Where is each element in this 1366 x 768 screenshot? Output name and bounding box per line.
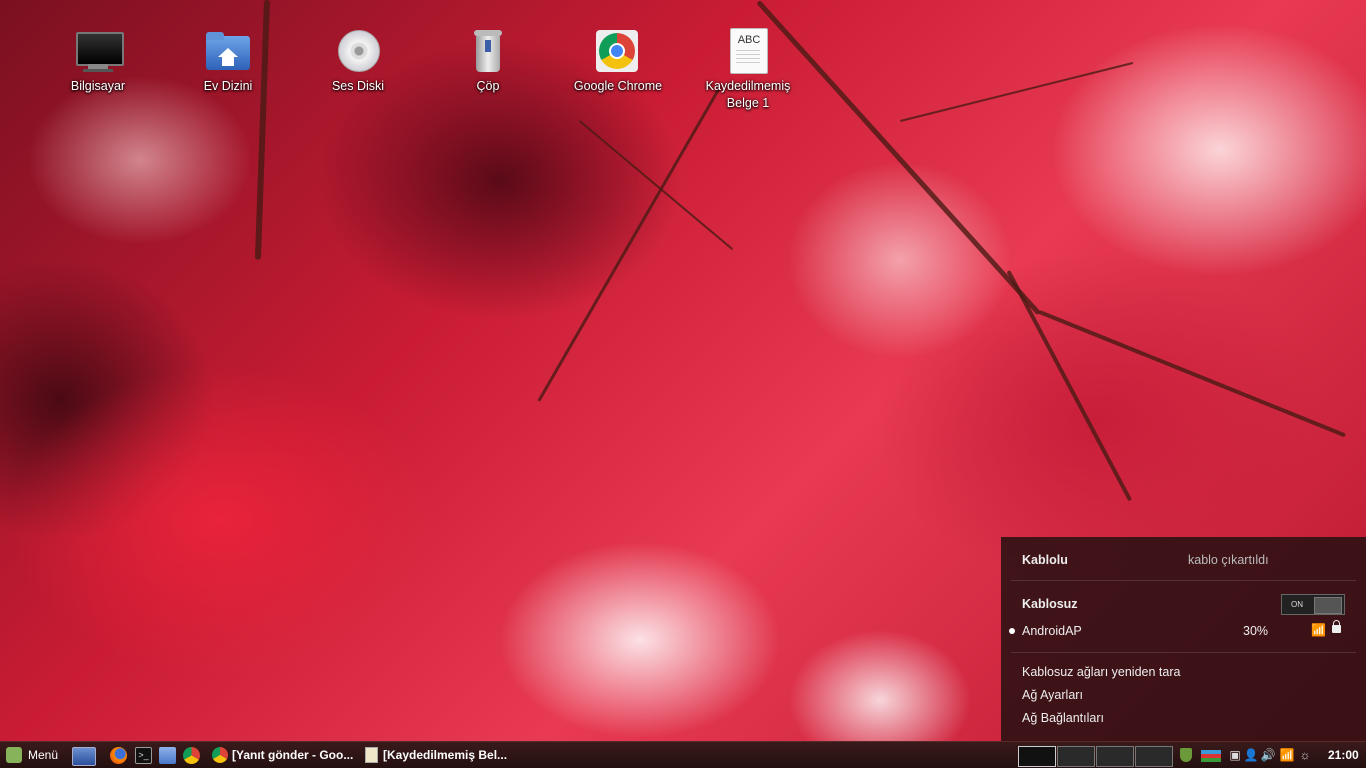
wireless-toggle[interactable]: ON <box>1281 594 1345 615</box>
desktop-icon-label: Kaydedilmemiş Belge 1 <box>705 79 791 110</box>
wifi-signal-icon: 📶 <box>1311 623 1326 637</box>
keyboard-layout-flag-icon[interactable] <box>1201 747 1221 763</box>
desktop-icon-trash[interactable]: Çöp <box>438 28 538 95</box>
window-button-text-editor[interactable]: [Kaydedilmemiş Bel... <box>363 742 513 768</box>
volume-icon[interactable]: 🔊 <box>1260 747 1276 763</box>
desktop-icon-chrome[interactable]: Google Chrome <box>568 28 668 95</box>
menu-button[interactable]: Menü <box>4 742 64 768</box>
rescan-wireless-button[interactable]: Kablosuz ağları yeniden tara <box>1022 665 1180 679</box>
desktop-icon-label: Çöp <box>476 79 500 93</box>
text-document-icon: ABC <box>724 28 772 76</box>
mint-logo-icon <box>6 747 22 763</box>
show-desktop-icon[interactable] <box>72 747 96 766</box>
desktop-icon-label: Ev Dizini <box>203 79 253 93</box>
window-title: [Yanıt gönder - Goo... <box>232 748 354 762</box>
desktop-icon-audio-disc[interactable]: Ses Diski <box>308 28 408 95</box>
home-folder-icon <box>204 28 252 76</box>
window-title: [Kaydedilmemiş Bel... <box>383 748 508 762</box>
network-settings-button[interactable]: Ağ Ayarları <box>1022 688 1083 702</box>
toggle-knob <box>1314 597 1342 614</box>
computer-icon <box>74 28 124 76</box>
firefox-icon[interactable] <box>110 747 127 764</box>
workspace-3[interactable] <box>1096 746 1134 767</box>
clock[interactable]: 21:00 <box>1328 742 1359 768</box>
desktop-icon-document[interactable]: ABC Kaydedilmemiş Belge 1 <box>698 28 798 112</box>
terminal-icon[interactable]: >_ <box>135 747 152 764</box>
desktop-icon-computer[interactable]: Bilgisayar <box>48 28 148 95</box>
workspace-4[interactable] <box>1135 746 1173 767</box>
chrome-icon <box>212 747 228 763</box>
shield-icon[interactable] <box>1178 747 1194 763</box>
brightness-icon[interactable]: ☼ <box>1297 747 1313 763</box>
trash-icon <box>464 28 512 76</box>
wireless-toggle-state: ON <box>1291 600 1303 609</box>
clipboard-icon[interactable]: ▣ <box>1227 747 1243 763</box>
menu-label: Menü <box>28 748 59 762</box>
desktop-icon-label: Ses Diski <box>331 79 385 93</box>
wired-status: kablo çıkartıldı <box>1188 553 1269 567</box>
lock-icon <box>1332 620 1341 633</box>
workspace-1[interactable] <box>1018 746 1056 767</box>
network-name: AndroidAP <box>1022 624 1082 638</box>
user-icon[interactable]: 👤 <box>1243 747 1259 763</box>
workspace-2[interactable] <box>1057 746 1095 767</box>
desktop-icon-label: Google Chrome <box>573 79 663 93</box>
connected-dot-icon <box>1009 628 1015 634</box>
network-wifi-icon[interactable]: 📶 <box>1279 747 1295 763</box>
network-item-androidap[interactable]: AndroidAP 30% 📶 <box>1001 619 1366 645</box>
window-button-chrome[interactable]: [Yanıt gönder - Goo... <box>210 742 360 768</box>
wired-label: Kablolu <box>1022 553 1068 567</box>
document-icon-text: ABC <box>737 34 761 46</box>
desktop-icon-label: Bilgisayar <box>70 79 126 93</box>
desktop-icon-home[interactable]: Ev Dizini <box>178 28 278 95</box>
taskbar: Menü >_ [Yanıt gönder - Goo... [Kaydedil… <box>0 741 1366 768</box>
network-signal: 30% <box>1243 624 1269 638</box>
text-editor-icon <box>365 747 378 763</box>
files-icon[interactable] <box>159 747 176 764</box>
audio-disc-icon <box>334 28 382 76</box>
network-menu: Kablolu kablo çıkartıldı Kablosuz ON And… <box>1001 537 1366 742</box>
chrome-icon <box>594 28 642 76</box>
wireless-label: Kablosuz <box>1022 597 1078 611</box>
chrome-launcher-icon[interactable] <box>183 747 200 764</box>
network-connections-button[interactable]: Ağ Bağlantıları <box>1022 711 1104 725</box>
